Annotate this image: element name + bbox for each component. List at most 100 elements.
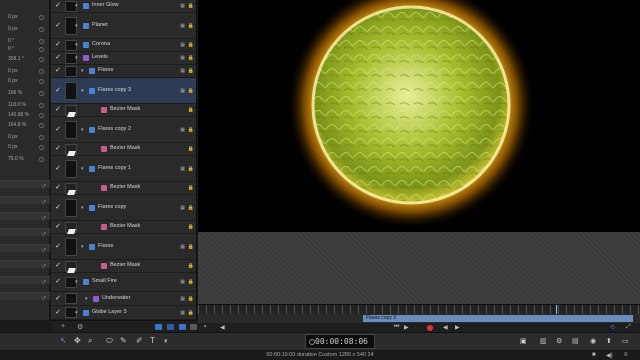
dial-icon[interactable] <box>39 57 44 62</box>
zoom-tool-icon[interactable]: ⌕ <box>88 336 92 346</box>
visibility-checkbox[interactable]: ✓ <box>54 295 62 303</box>
audio-icon[interactable]: ■ <box>592 352 596 358</box>
dial-icon[interactable] <box>39 47 44 52</box>
visibility-checkbox[interactable]: ✓ <box>54 41 62 49</box>
dial-icon[interactable] <box>39 145 44 150</box>
disclosure-icon[interactable]: ▾ <box>75 42 78 48</box>
layer-row[interactable]: ✓ ▾ Underwater ▦ 🔒 <box>51 292 196 306</box>
timeline-ruler[interactable] <box>198 305 640 314</box>
inspector-section[interactable]: ↺ <box>0 212 50 222</box>
layer-row[interactable]: ✓ ▾ Flares copy 1 ▦ 🔒 <box>51 156 196 182</box>
shape-tool-icon[interactable]: ⬭ <box>106 336 113 346</box>
blend-mode-icon[interactable]: ▦ <box>180 23 185 29</box>
lock-icon[interactable]: 🔒 <box>188 107 194 113</box>
layer-row[interactable]: ✓ ▾ Globe Layer 3 ▦ 🔒 <box>51 306 196 320</box>
blend-mode-icon[interactable]: ▦ <box>180 205 185 211</box>
visibility-checkbox[interactable]: ✓ <box>54 204 62 212</box>
disclosure-icon[interactable]: ▾ <box>81 88 84 94</box>
layer-row[interactable]: ✓ ▾ Planet ▦ 🔒 <box>51 13 196 39</box>
blend-mode-icon[interactable]: ▦ <box>180 42 185 48</box>
prev-frame-icon[interactable]: ◀ <box>443 324 448 331</box>
visibility-checkbox[interactable]: ✓ <box>54 278 62 286</box>
layer-row[interactable]: ✓ Bezier Mask 🔒 <box>51 104 196 117</box>
inspector-field[interactable]: 0 px <box>0 12 50 24</box>
dial-icon[interactable] <box>39 91 44 96</box>
pan-tool-icon[interactable]: ✥ <box>74 336 81 345</box>
visibility-checkbox[interactable]: ✓ <box>54 262 62 270</box>
dial-icon[interactable] <box>39 103 44 108</box>
canvas-viewer[interactable] <box>198 0 640 232</box>
lock-icon[interactable]: 🔒 <box>188 166 194 172</box>
dial-icon[interactable] <box>39 15 44 20</box>
disclosure-icon[interactable]: ▾ <box>75 279 78 285</box>
add-layer-button[interactable]: + <box>61 323 65 330</box>
filters-icon[interactable]: ▤ <box>572 337 579 345</box>
visibility-checkbox[interactable]: ✓ <box>54 87 62 95</box>
select-tool-icon[interactable]: ↖ <box>60 336 67 345</box>
visibility-checkbox[interactable]: ✓ <box>54 223 62 231</box>
inspector-field[interactable]: 164.8 % <box>0 120 50 132</box>
inspector-section[interactable]: ↺ <box>0 228 50 238</box>
visibility-checkbox[interactable]: ✓ <box>54 165 62 173</box>
pen-tool-icon[interactable]: ✎ <box>120 336 127 345</box>
blend-mode-icon[interactable]: ▦ <box>180 68 185 74</box>
reset-icon[interactable]: ↺ <box>41 279 46 286</box>
inspector-field[interactable]: 0 px <box>0 76 50 88</box>
blend-mode-icon[interactable]: ▦ <box>180 55 185 61</box>
layer-row[interactable]: ✓ Bezier Mask 🔒 <box>51 143 196 156</box>
lock-icon[interactable]: 🔒 <box>188 3 194 9</box>
blend-mode-icon[interactable]: ▦ <box>180 244 185 250</box>
mask-tool-icon[interactable]: ◐ <box>164 336 169 345</box>
layer-row[interactable]: ✓ ▾ Corona ▦ 🔒 <box>51 39 196 52</box>
lock-icon[interactable]: 🔒 <box>188 68 194 74</box>
layer-row[interactable]: ✓ ▾ Levels ▦ 🔒 <box>51 52 196 65</box>
layer-view-icon[interactable] <box>155 324 162 330</box>
lock-icon[interactable]: 🔒 <box>188 88 194 94</box>
visibility-checkbox[interactable]: ✓ <box>54 22 62 30</box>
timeline-toggle-icon[interactable]: ≡ <box>624 352 628 358</box>
layer-row[interactable]: ✓ ▾ Inner Glow ▦ 🔒 <box>51 0 196 13</box>
disclosure-icon[interactable]: ▾ <box>81 205 84 211</box>
disclosure-icon[interactable]: ▾ <box>75 3 78 9</box>
layer-row[interactable]: ✓ ▾ Flares ▦ 🔒 <box>51 65 196 78</box>
inspector-field[interactable]: 358.1 ° <box>0 54 50 66</box>
lock-icon[interactable]: 🔒 <box>188 205 194 211</box>
lock-icon[interactable]: 🔒 <box>188 244 194 250</box>
inspector-section[interactable]: ↺ <box>0 180 50 190</box>
go-start-icon[interactable]: ⏮ <box>394 324 399 331</box>
inspector-field[interactable]: 166 % <box>0 88 50 100</box>
playhead[interactable] <box>556 305 557 314</box>
inspector-section[interactable]: ↺ <box>0 292 50 302</box>
inspector-section[interactable]: ↺ <box>0 276 50 286</box>
dial-icon[interactable] <box>39 79 44 84</box>
inspector-field[interactable]: 0 px <box>0 142 50 154</box>
inspector-section[interactable]: ↺ <box>0 196 50 206</box>
generators-icon[interactable]: ◉ <box>590 337 596 345</box>
blend-mode-icon[interactable]: ▦ <box>180 88 185 94</box>
fullscreen-icon[interactable]: ⤢ <box>626 324 631 331</box>
lock-icon[interactable]: 🔒 <box>188 263 194 269</box>
text-tool-icon[interactable]: T <box>150 336 155 345</box>
inspector-field[interactable]: 75.0 % <box>0 154 50 166</box>
layer-row[interactable]: ✓ Bezier Mask 🔒 <box>51 221 196 234</box>
disclosure-icon[interactable]: ▾ <box>75 23 78 29</box>
timecode-display[interactable]: 00:00:08:06 <box>305 334 375 349</box>
loop-icon[interactable]: ⟲ <box>610 324 615 331</box>
layer-row[interactable]: ✓ Bezier Mask 🔒 <box>51 182 196 195</box>
visibility-checkbox[interactable]: ✓ <box>54 184 62 192</box>
blend-mode-icon[interactable]: ▦ <box>180 166 185 172</box>
speaker-icon[interactable]: ◀) <box>606 352 613 359</box>
lock-icon[interactable]: 🔒 <box>188 224 194 230</box>
share-icon[interactable]: ⬆ <box>606 337 612 345</box>
blend-mode-icon[interactable]: ▦ <box>180 127 185 133</box>
disclosure-icon[interactable]: ▾ <box>81 127 84 133</box>
inspector-section[interactable]: ↺ <box>0 260 50 270</box>
output-icon[interactable]: ▣ <box>520 337 527 345</box>
visibility-checkbox[interactable]: ✓ <box>54 2 62 10</box>
play-icon[interactable]: ▶ <box>404 324 409 331</box>
lock-icon[interactable]: 🔒 <box>188 296 194 302</box>
disclosure-icon[interactable]: ▾ <box>85 296 88 302</box>
disclosure-icon[interactable]: ▾ <box>75 310 78 316</box>
lock-icon[interactable]: 🔒 <box>188 42 194 48</box>
reset-icon[interactable]: ↺ <box>41 231 46 238</box>
